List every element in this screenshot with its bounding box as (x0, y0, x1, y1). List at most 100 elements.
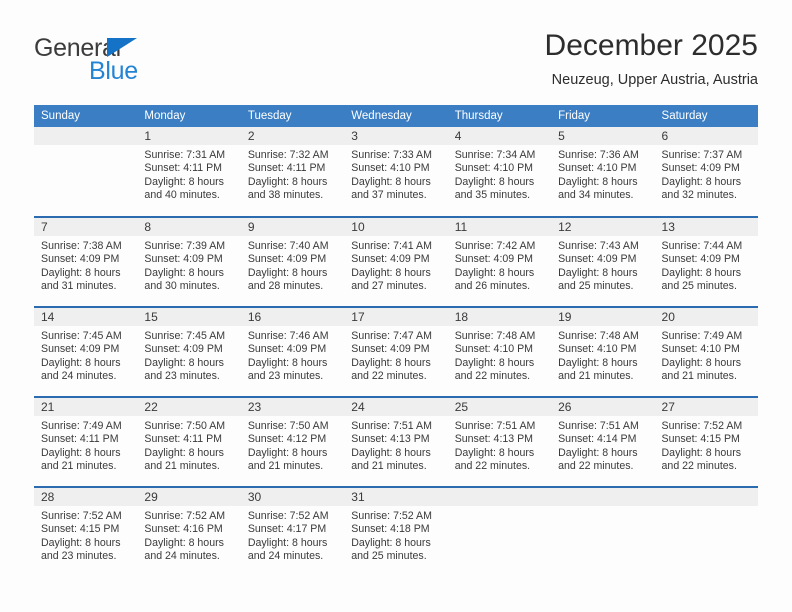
day-number: 20 (654, 308, 758, 326)
day-number (551, 488, 655, 506)
daylight-text-line2: and 22 minutes. (454, 460, 531, 473)
weekday-header-saturday: Saturday (654, 105, 758, 127)
day-cell[interactable]: 23 Sunrise: 7:50 AM Sunset: 4:12 PM Dayl… (240, 396, 345, 487)
day-cell[interactable] (447, 486, 552, 577)
day-cell[interactable]: 15 Sunrise: 7:45 AM Sunset: 4:09 PM Dayl… (137, 306, 241, 397)
daylight-text-line1: Daylight: 8 hours (661, 446, 742, 459)
daylight-text-line1: Daylight: 8 hours (661, 356, 742, 369)
day-cell[interactable]: 14 Sunrise: 7:45 AM Sunset: 4:09 PM Dayl… (34, 306, 138, 397)
day-cell[interactable]: 7 Sunrise: 7:38 AM Sunset: 4:09 PM Dayli… (34, 216, 138, 307)
weekday-header-tuesday: Tuesday (240, 105, 345, 127)
day-cell[interactable]: 10 Sunrise: 7:41 AM Sunset: 4:09 PM Dayl… (344, 216, 448, 307)
day-cell[interactable]: 24 Sunrise: 7:51 AM Sunset: 4:13 PM Dayl… (344, 396, 448, 487)
daylight-text-line1: Daylight: 8 hours (558, 356, 638, 369)
day-number: 29 (137, 488, 241, 506)
day-cell[interactable]: 16 Sunrise: 7:46 AM Sunset: 4:09 PM Dayl… (240, 306, 345, 397)
daylight-text-line2: and 21 minutes. (144, 460, 220, 473)
day-number: 12 (551, 218, 655, 236)
daylight-text-line1: Daylight: 8 hours (144, 356, 224, 369)
daylight-text-line2: and 34 minutes. (558, 189, 634, 202)
day-cell[interactable]: 30 Sunrise: 7:52 AM Sunset: 4:17 PM Dayl… (240, 486, 345, 577)
generalblue-logo[interactable]: General Blue (34, 34, 204, 90)
day-cell[interactable]: 13 Sunrise: 7:44 AM Sunset: 4:09 PM Dayl… (654, 216, 758, 307)
daylight-text-line1: Daylight: 8 hours (454, 175, 535, 188)
sunrise-text: Sunrise: 7:49 AM (661, 330, 743, 342)
day-cell[interactable]: 20 Sunrise: 7:49 AM Sunset: 4:10 PM Dayl… (654, 306, 758, 397)
day-details: Sunrise: 7:32 AM Sunset: 4:11 PM Dayligh… (241, 145, 344, 203)
day-number: 8 (137, 218, 241, 236)
daylight-text-line1: Daylight: 8 hours (247, 266, 328, 279)
sunset-text: Sunset: 4:09 PM (351, 253, 430, 266)
sunrise-text: Sunrise: 7:51 AM (558, 420, 639, 432)
sunrise-text: Sunrise: 7:50 AM (144, 420, 226, 432)
day-cell[interactable] (654, 486, 758, 577)
day-cell[interactable]: 3 Sunrise: 7:33 AM Sunset: 4:10 PM Dayli… (344, 127, 448, 217)
day-details: Sunrise: 7:51 AM Sunset: 4:13 PM Dayligh… (344, 416, 447, 474)
day-cell[interactable]: 29 Sunrise: 7:52 AM Sunset: 4:16 PM Dayl… (137, 486, 241, 577)
day-number: 24 (344, 398, 448, 416)
day-number: 22 (137, 398, 241, 416)
day-cell[interactable]: 26 Sunrise: 7:51 AM Sunset: 4:14 PM Dayl… (551, 396, 655, 487)
daylight-text-line1: Daylight: 8 hours (144, 175, 224, 188)
day-cell[interactable]: 25 Sunrise: 7:51 AM Sunset: 4:13 PM Dayl… (447, 396, 552, 487)
day-cell[interactable]: 18 Sunrise: 7:48 AM Sunset: 4:10 PM Dayl… (447, 306, 552, 397)
sunrise-text: Sunrise: 7:52 AM (144, 510, 226, 522)
day-details: Sunrise: 7:31 AM Sunset: 4:11 PM Dayligh… (137, 145, 240, 203)
daylight-text-line1: Daylight: 8 hours (351, 446, 431, 459)
sunrise-text: Sunrise: 7:47 AM (351, 330, 432, 342)
daylight-text-line1: Daylight: 8 hours (454, 446, 535, 459)
day-cell[interactable]: 8 Sunrise: 7:39 AM Sunset: 4:09 PM Dayli… (137, 216, 241, 307)
sunrise-text: Sunrise: 7:31 AM (144, 149, 226, 161)
sunset-text: Sunset: 4:09 PM (661, 253, 740, 266)
day-cell[interactable]: 2 Sunrise: 7:32 AM Sunset: 4:11 PM Dayli… (240, 127, 345, 217)
day-cell[interactable] (551, 486, 655, 577)
sunset-text: Sunset: 4:09 PM (247, 343, 327, 356)
sunset-text: Sunset: 4:09 PM (661, 162, 740, 175)
day-number: 13 (654, 218, 758, 236)
title-block: December 2025 Neuzeug, Upper Austria, Au… (545, 28, 758, 90)
sunset-text: Sunset: 4:09 PM (41, 253, 120, 266)
day-cell[interactable]: 17 Sunrise: 7:47 AM Sunset: 4:09 PM Dayl… (344, 306, 448, 397)
day-cell[interactable]: 31 Sunrise: 7:52 AM Sunset: 4:18 PM Dayl… (344, 486, 448, 577)
day-cell[interactable]: 9 Sunrise: 7:40 AM Sunset: 4:09 PM Dayli… (240, 216, 345, 307)
daylight-text-line2: and 25 minutes. (661, 280, 737, 293)
day-cell[interactable]: 19 Sunrise: 7:48 AM Sunset: 4:10 PM Dayl… (551, 306, 655, 397)
day-cell[interactable]: 21 Sunrise: 7:49 AM Sunset: 4:11 PM Dayl… (34, 396, 138, 487)
day-details: Sunrise: 7:52 AM Sunset: 4:17 PM Dayligh… (241, 506, 344, 564)
sunset-text: Sunset: 4:14 PM (558, 433, 637, 446)
day-cell[interactable]: 6 Sunrise: 7:37 AM Sunset: 4:09 PM Dayli… (654, 127, 758, 217)
day-details (448, 506, 551, 510)
day-cell[interactable] (34, 127, 138, 217)
day-number: 9 (240, 218, 345, 236)
daylight-text-line2: and 35 minutes. (454, 189, 531, 202)
sunrise-text: Sunrise: 7:50 AM (247, 420, 329, 432)
day-details: Sunrise: 7:49 AM Sunset: 4:10 PM Dayligh… (655, 326, 758, 384)
day-number: 18 (447, 308, 552, 326)
day-cell[interactable]: 5 Sunrise: 7:36 AM Sunset: 4:10 PM Dayli… (551, 127, 655, 217)
day-cell[interactable]: 11 Sunrise: 7:42 AM Sunset: 4:09 PM Dayl… (447, 216, 552, 307)
day-cell[interactable]: 28 Sunrise: 7:52 AM Sunset: 4:15 PM Dayl… (34, 486, 138, 577)
sunset-text: Sunset: 4:10 PM (661, 343, 740, 356)
day-number: 27 (654, 398, 758, 416)
day-cell[interactable]: 12 Sunrise: 7:43 AM Sunset: 4:09 PM Dayl… (551, 216, 655, 307)
sunset-text: Sunset: 4:09 PM (351, 343, 430, 356)
day-cell[interactable]: 27 Sunrise: 7:52 AM Sunset: 4:15 PM Dayl… (654, 396, 758, 487)
daylight-text-line2: and 21 minutes. (351, 460, 427, 473)
sunrise-text: Sunrise: 7:45 AM (41, 330, 122, 342)
day-number: 17 (344, 308, 448, 326)
day-details: Sunrise: 7:45 AM Sunset: 4:09 PM Dayligh… (137, 326, 240, 384)
calendar-table: Sunday Monday Tuesday Wednesday Thursday… (34, 105, 758, 577)
day-number: 14 (34, 308, 138, 326)
day-cell[interactable]: 1 Sunrise: 7:31 AM Sunset: 4:11 PM Dayli… (137, 127, 241, 217)
daylight-text-line2: and 32 minutes. (661, 189, 737, 202)
day-details: Sunrise: 7:50 AM Sunset: 4:11 PM Dayligh… (137, 416, 240, 474)
daylight-text-line2: and 37 minutes. (351, 189, 427, 202)
day-details: Sunrise: 7:36 AM Sunset: 4:10 PM Dayligh… (551, 145, 654, 203)
day-cell[interactable]: 22 Sunrise: 7:50 AM Sunset: 4:11 PM Dayl… (137, 396, 241, 487)
week-row: 14 Sunrise: 7:45 AM Sunset: 4:09 PM Dayl… (34, 306, 758, 397)
day-details: Sunrise: 7:51 AM Sunset: 4:13 PM Dayligh… (448, 416, 551, 474)
day-cell[interactable]: 4 Sunrise: 7:34 AM Sunset: 4:10 PM Dayli… (447, 127, 552, 217)
daylight-text-line1: Daylight: 8 hours (661, 266, 742, 279)
sunset-text: Sunset: 4:09 PM (144, 253, 223, 266)
daylight-text-line2: and 22 minutes. (558, 460, 634, 473)
